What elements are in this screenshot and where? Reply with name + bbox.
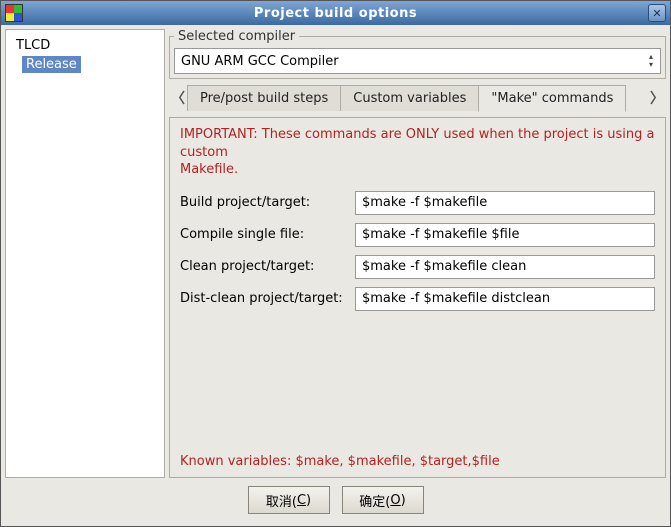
tab-custom-variables[interactable]: Custom variables <box>340 85 479 111</box>
make-warning: IMPORTANT: These commands are ONLY used … <box>180 126 655 179</box>
input-build[interactable] <box>355 191 655 215</box>
tabs-scroll-right-icon[interactable]: 〉 <box>648 85 666 111</box>
app-icon <box>5 4 23 22</box>
label-compile: Compile single file: <box>180 227 355 242</box>
label-clean: Clean project/target: <box>180 259 355 274</box>
tree-root[interactable]: TLCD Release <box>6 34 164 76</box>
compiler-select-value: GNU ARM GCC Compiler <box>181 54 339 69</box>
tree-item-label: Release <box>22 56 81 73</box>
targets-tree[interactable]: TLCD Release <box>5 29 165 478</box>
close-icon[interactable]: ✕ <box>648 4 666 22</box>
selected-compiler-legend: Selected compiler <box>174 29 299 44</box>
tab-make-commands[interactable]: "Make" commands <box>478 85 626 112</box>
selected-compiler-group: Selected compiler GNU ARM GCC Compiler ▴… <box>169 29 666 79</box>
row-distclean: Dist-clean project/target: <box>180 287 655 311</box>
titlebar: Project build options ✕ <box>1 1 670 25</box>
tree-root-label: TLCD <box>16 38 50 53</box>
label-distclean: Dist-clean project/target: <box>180 291 355 306</box>
tabs-row: 〈 Pre/post build steps Custom variables … <box>169 83 666 113</box>
tabs-scroll-left-icon[interactable]: 〈 <box>169 85 187 111</box>
ok-button[interactable]: 确定(O) <box>342 486 424 514</box>
make-commands-panel: IMPORTANT: These commands are ONLY used … <box>169 117 666 478</box>
label-build: Build project/target: <box>180 195 355 210</box>
window: Project build options ✕ TLCD Release Sel… <box>0 0 671 527</box>
body: TLCD Release Selected compiler GNU ARM G… <box>1 25 670 526</box>
tab-prepost-build[interactable]: Pre/post build steps <box>187 85 341 111</box>
cancel-button[interactable]: 取消(C) <box>248 486 330 514</box>
row-clean: Clean project/target: <box>180 255 655 279</box>
input-clean[interactable] <box>355 255 655 279</box>
row-compile: Compile single file: <box>180 223 655 247</box>
dialog-buttons: 取消(C) 确定(O) <box>5 478 666 522</box>
compiler-select[interactable]: GNU ARM GCC Compiler ▴▾ <box>174 48 661 74</box>
tree-item-release[interactable]: Release <box>22 57 154 72</box>
dropdown-spinner-icon[interactable]: ▴▾ <box>644 51 658 71</box>
window-title: Project build options <box>23 6 648 21</box>
input-distclean[interactable] <box>355 287 655 311</box>
row-build: Build project/target: <box>180 191 655 215</box>
known-variables: Known variables: $make, $makefile, $targ… <box>180 454 655 469</box>
input-compile[interactable] <box>355 223 655 247</box>
